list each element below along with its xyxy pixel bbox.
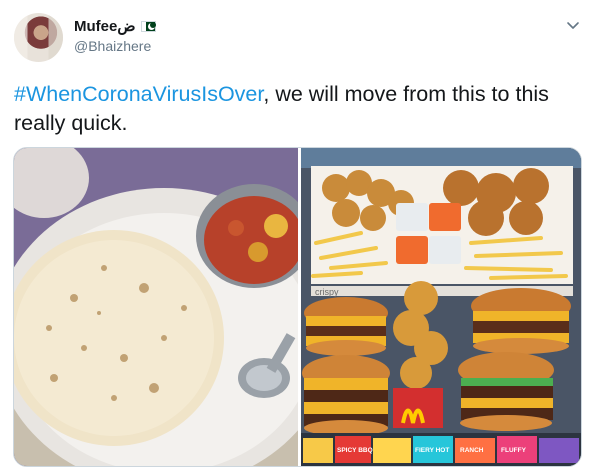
burger-left-bottom — [302, 355, 390, 436]
ranch-label: RANCH — [460, 447, 484, 454]
tweet-card: Mufeeض @Bhaizhere #WhenCoronaVirusIsOver… — [0, 0, 593, 475]
pakistan-flag-icon — [141, 20, 157, 32]
hashtag-link[interactable]: #WhenCoronaVirusIsOver — [14, 82, 263, 106]
burger-left-top — [304, 297, 388, 356]
tweet-text: #WhenCoronaVirusIsOver, we will move fro… — [14, 80, 579, 138]
display-name[interactable]: Mufeeض — [74, 17, 135, 35]
user-handle[interactable]: @Bhaizhere — [74, 38, 151, 54]
burger-right-top — [471, 288, 571, 354]
spicy-bbq-label: SPICY BBQ — [337, 447, 373, 454]
fluffy-label: FLUFFY — [501, 447, 527, 454]
burger-right-bottom — [458, 352, 554, 431]
author-name-row: Mufeeض — [74, 17, 157, 35]
crispy-label: crispy — [315, 287, 339, 297]
media-grid: crispy SPICY BBQ FIERY HOT RANCH FLUFFY — [13, 147, 582, 467]
roti-and-curry-photo[interactable] — [14, 148, 298, 466]
avatar[interactable] — [14, 13, 63, 62]
chevron-down-icon[interactable] — [566, 18, 580, 32]
fast-food-feast-photo[interactable]: crispy SPICY BBQ FIERY HOT RANCH FLUFFY — [301, 148, 581, 466]
fiery-hot-label: FIERY HOT — [415, 447, 449, 454]
